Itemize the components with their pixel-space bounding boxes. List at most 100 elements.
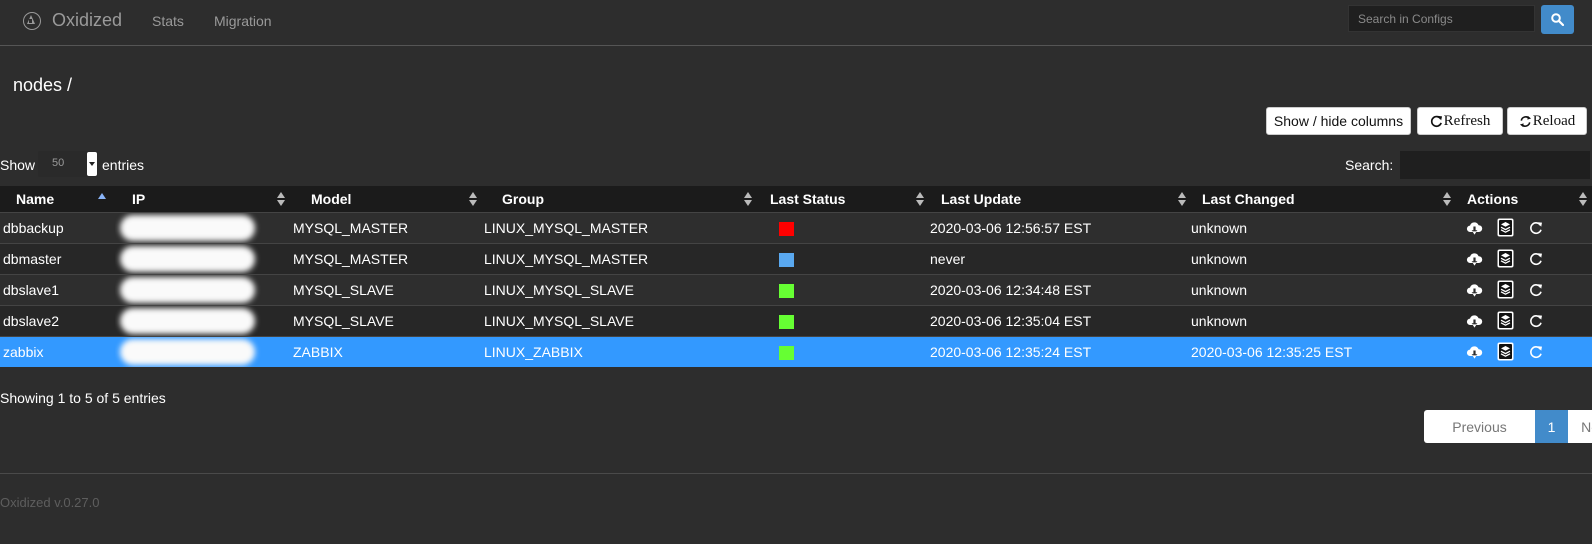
table-row[interactable]: dbmaster MYSQL_MASTER LINUX_MYSQL_MASTER ne… (0, 242, 1592, 274)
cloud-download-icon[interactable] (1466, 345, 1483, 359)
column-label: Last Changed (1202, 191, 1295, 207)
search-configs-input[interactable] (1348, 5, 1535, 32)
search-button[interactable] (1541, 5, 1574, 34)
group-cell: LINUX_ZABBIX (484, 343, 583, 360)
update-icon[interactable] (1529, 314, 1543, 328)
table-row[interactable]: zabbix ZABBIX LINUX_ZABBIX 2020-03-06 12:35… (0, 335, 1592, 367)
table-row[interactable]: dbslave2 MYSQL_SLAVE LINUX_MYSQL_SLAVE 2020… (0, 304, 1592, 336)
last-update-cell: 2020-03-06 12:56:57 EST (930, 219, 1092, 236)
update-icon[interactable] (1529, 252, 1543, 266)
layers-icon[interactable] (1497, 342, 1514, 361)
table-row[interactable]: dbslave1 MYSQL_SLAVE LINUX_MYSQL_SLAVE 2020… (0, 273, 1592, 305)
column-header-name[interactable]: Name (0, 186, 115, 212)
column-header-actions[interactable]: Actions (1456, 186, 1592, 212)
group-cell: LINUX_MYSQL_SLAVE (484, 281, 634, 298)
model-cell: MYSQL_SLAVE (293, 281, 394, 298)
sort-icon (1579, 192, 1587, 207)
column-label: Last Update (941, 191, 1022, 207)
layers-icon[interactable] (1497, 249, 1514, 268)
table-body: dbbackup MYSQL_MASTER LINUX_MYSQL_MASTER 20… (0, 211, 1592, 367)
layers-icon[interactable] (1497, 218, 1514, 237)
reload-label: Reload (1532, 112, 1576, 129)
page-length-select[interactable]: 50 (38, 151, 98, 177)
last-changed-cell: 2020-03-06 12:35:25 EST (1191, 343, 1353, 360)
column-header-last-status[interactable]: Last Status (757, 186, 929, 212)
group-cell: LINUX_MYSQL_SLAVE (484, 312, 634, 329)
sort-icon (1443, 192, 1451, 207)
row-actions (1466, 280, 1592, 299)
cloud-download-icon[interactable] (1466, 252, 1483, 266)
last-update-cell: 2020-03-06 12:35:24 EST (930, 343, 1092, 360)
nav-link-migration[interactable]: Migration (214, 13, 272, 29)
update-icon[interactable] (1529, 221, 1543, 235)
version-label: Oxidized v.0.27.0 (0, 495, 100, 510)
last-update-cell: never (930, 250, 966, 267)
brand[interactable]: Oxidized (52, 10, 122, 31)
show-hide-columns-button[interactable]: Show / hide columns (1266, 107, 1411, 135)
redacted-ip (120, 276, 255, 303)
column-label: Name (16, 191, 55, 207)
column-header-last-changed[interactable]: Last Changed (1191, 186, 1456, 212)
last-changed-cell: unknown (1191, 219, 1248, 236)
footer-divider (0, 473, 1592, 474)
row-actions (1466, 311, 1592, 330)
table-search-label: Search: (1345, 157, 1394, 173)
last-update-cell: 2020-03-06 12:34:48 EST (930, 281, 1092, 298)
sort-icon (277, 192, 285, 207)
last-changed-cell: unknown (1191, 312, 1248, 329)
column-header-ip[interactable]: IP (115, 186, 290, 212)
last-changed-cell: unknown (1191, 281, 1248, 298)
search-icon (1551, 13, 1564, 26)
row-actions (1466, 218, 1592, 237)
status-indicator (779, 252, 794, 267)
redacted-ip (120, 307, 255, 334)
entries-label: entries (102, 157, 145, 173)
status-indicator (779, 345, 794, 360)
node-name-cell[interactable]: zabbix (3, 344, 43, 360)
nodes-table: Name IP Model Group Last Status Last Upd… (0, 186, 1592, 367)
reload-button[interactable]: Reload (1507, 107, 1587, 135)
node-name-cell[interactable]: dbbackup (3, 220, 64, 236)
refresh-label: Refresh (1443, 112, 1491, 129)
node-name-cell[interactable]: dbslave2 (3, 313, 59, 329)
status-indicator (779, 221, 794, 236)
refresh-button[interactable]: Refresh (1417, 107, 1503, 135)
nav-link-stats[interactable]: Stats (152, 13, 184, 29)
sort-icon (744, 192, 752, 207)
table-row[interactable]: dbbackup MYSQL_MASTER LINUX_MYSQL_MASTER 20… (0, 211, 1592, 243)
refresh-icon (1430, 115, 1442, 127)
breadcrumb: nodes / (13, 75, 73, 95)
node-name-cell[interactable]: dbmaster (3, 251, 61, 267)
reload-icon (1519, 115, 1531, 127)
layers-icon[interactable] (1497, 311, 1514, 330)
show-label: Show (0, 157, 36, 173)
column-header-model[interactable]: Model (290, 186, 482, 212)
column-header-group[interactable]: Group (482, 186, 757, 212)
sort-ascending-icon (98, 193, 106, 199)
pagination: Previous 1 Next (1424, 410, 1592, 443)
table-search-input[interactable] (1400, 151, 1590, 179)
column-label: IP (132, 191, 146, 207)
cloud-download-icon[interactable] (1466, 314, 1483, 328)
update-icon[interactable] (1529, 345, 1543, 359)
next-page-button[interactable]: Next (1568, 410, 1592, 443)
sort-icon (1178, 192, 1186, 207)
column-header-last-update[interactable]: Last Update (929, 186, 1191, 212)
update-icon[interactable] (1529, 283, 1543, 297)
status-indicator (779, 283, 794, 298)
model-cell: ZABBIX (293, 343, 343, 360)
node-name-cell[interactable]: dbslave1 (3, 282, 59, 298)
cloud-download-icon[interactable] (1466, 221, 1483, 235)
layers-icon[interactable] (1497, 280, 1514, 299)
row-actions (1466, 342, 1592, 361)
model-cell: MYSQL_MASTER (293, 250, 409, 267)
previous-page-button[interactable]: Previous (1424, 410, 1535, 443)
cloud-download-icon[interactable] (1466, 283, 1483, 297)
redacted-ip (120, 245, 255, 272)
group-cell: LINUX_MYSQL_MASTER (484, 219, 649, 236)
oxidized-logo-icon (23, 12, 41, 30)
redacted-ip (120, 214, 255, 241)
model-cell: MYSQL_SLAVE (293, 312, 394, 329)
page-1-button[interactable]: 1 (1535, 410, 1568, 443)
last-update-cell: 2020-03-06 12:35:04 EST (930, 312, 1092, 329)
